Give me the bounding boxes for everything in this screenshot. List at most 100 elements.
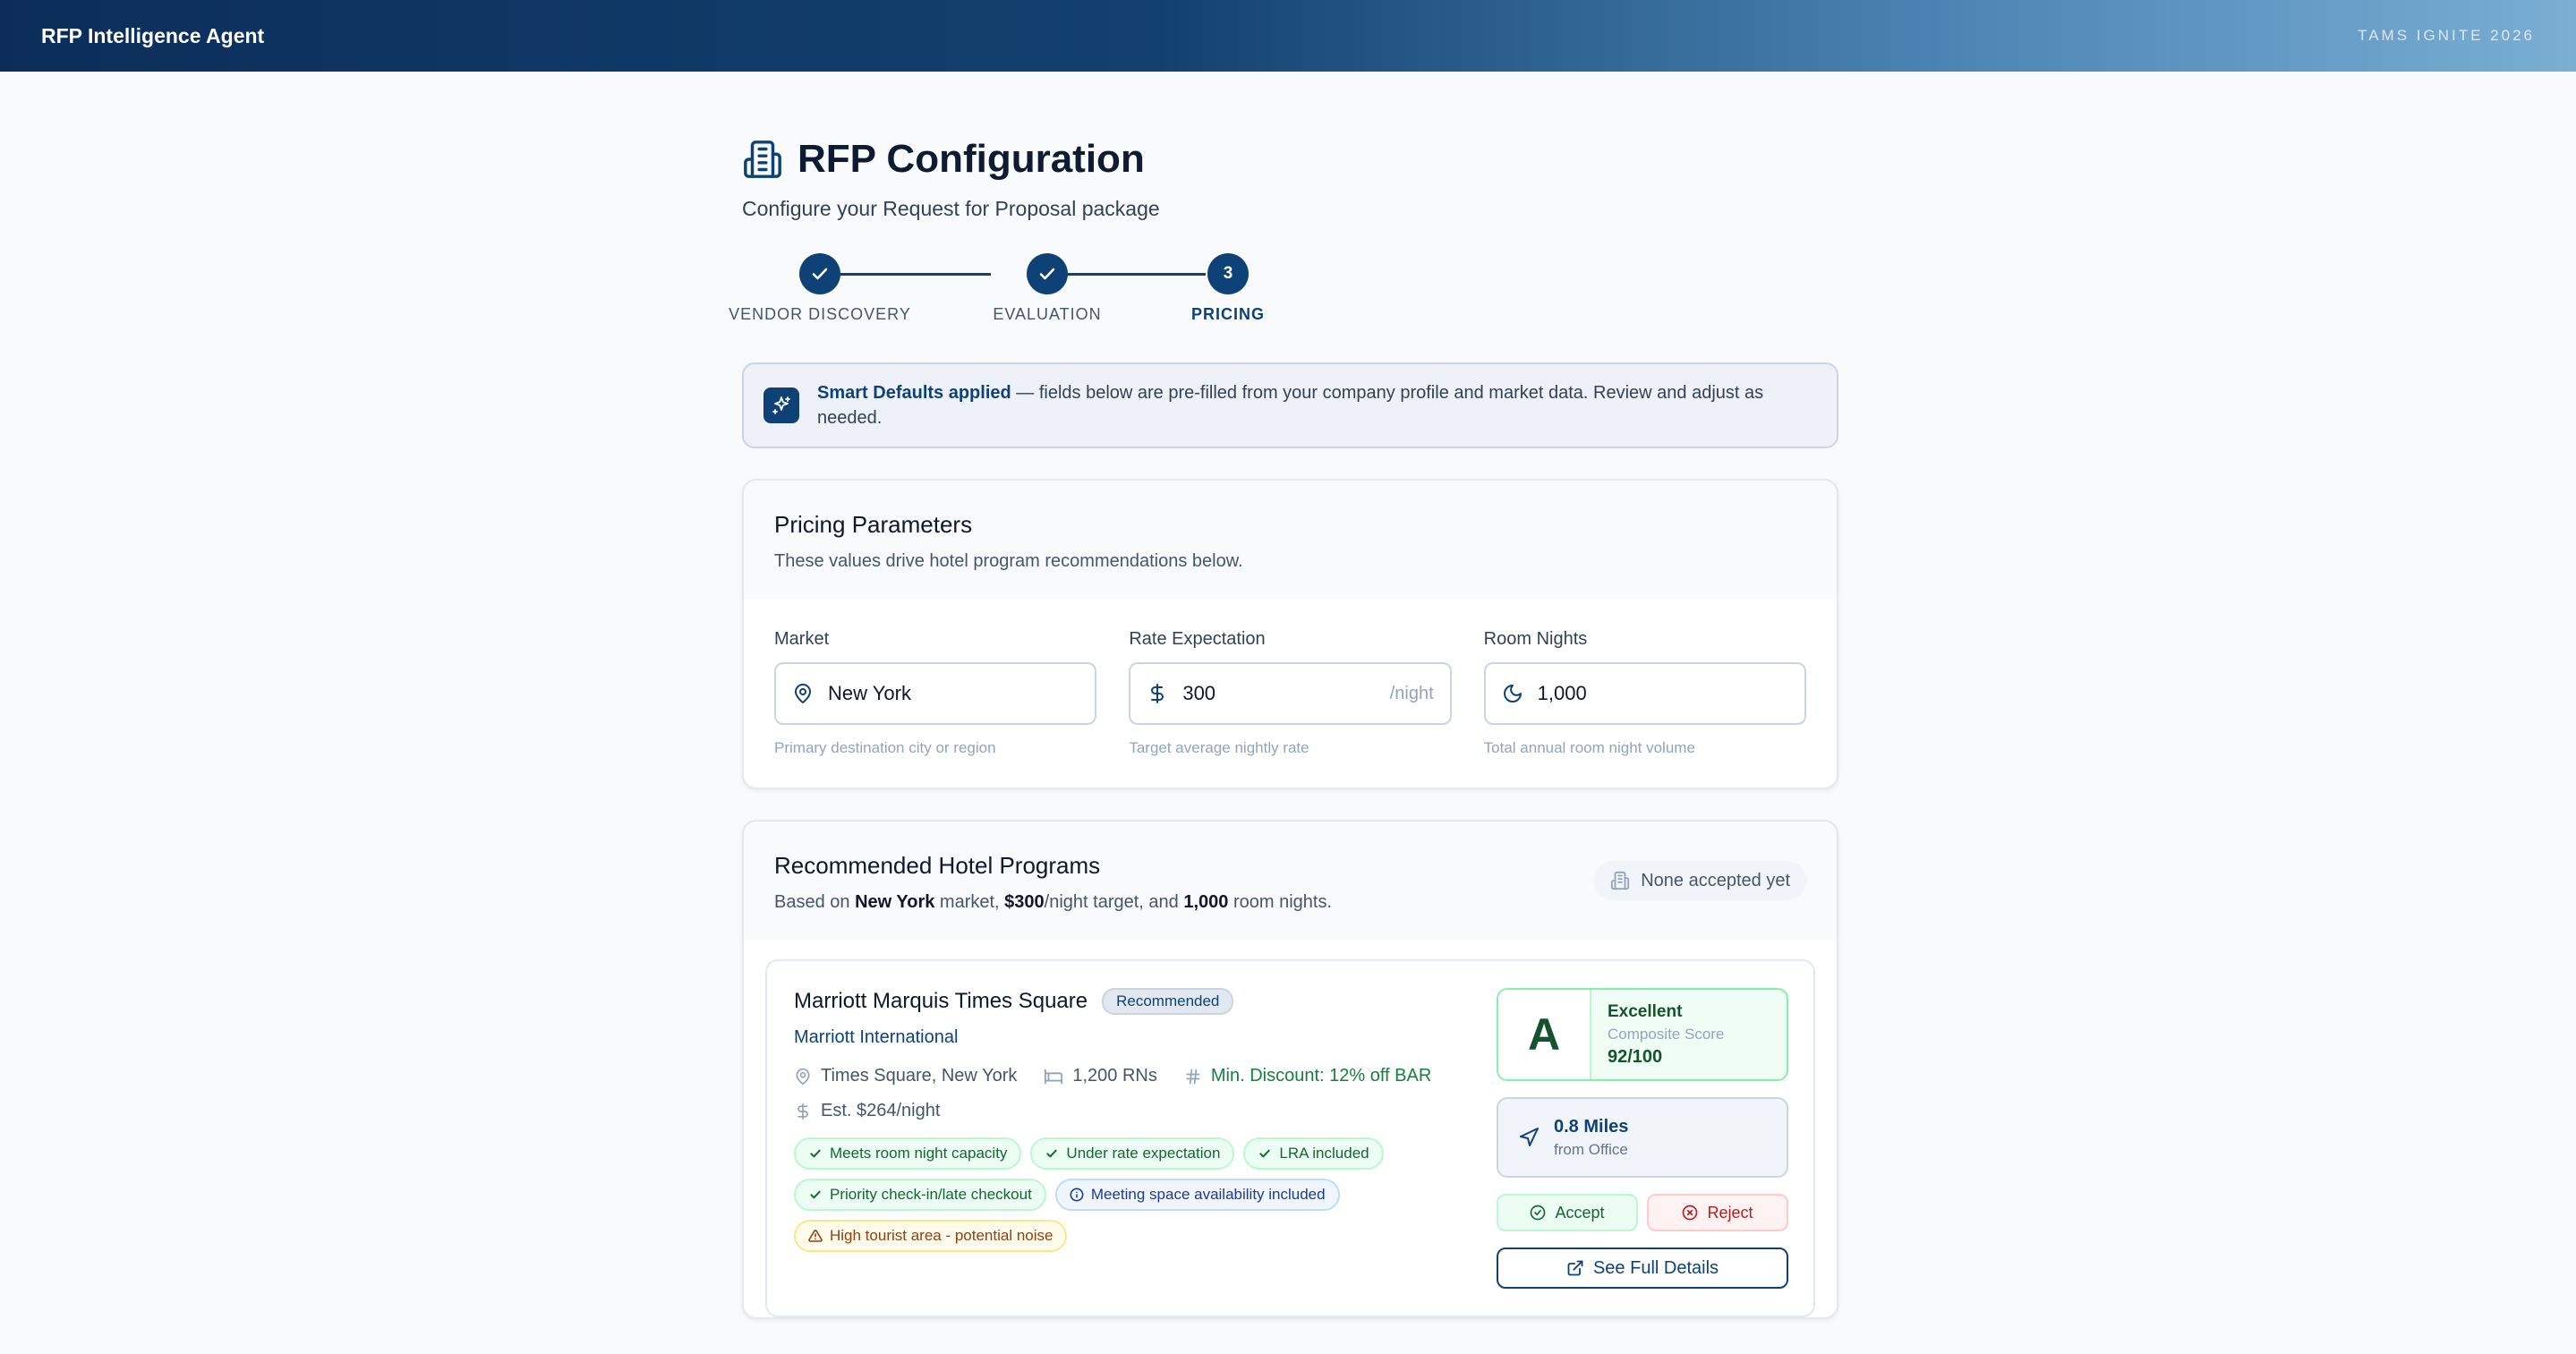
room-nights-field: Room Nights 1,000 Total annual room nigh… bbox=[1483, 629, 1806, 757]
tag-lra: LRA included bbox=[1243, 1137, 1384, 1170]
check-icon bbox=[812, 268, 828, 280]
see-full-details-label: See Full Details bbox=[1592, 1257, 1719, 1278]
check-icon bbox=[810, 1190, 821, 1199]
rate-suffix: /night bbox=[1389, 683, 1434, 703]
hotel-location-text: Times Square, New York bbox=[821, 1066, 1018, 1086]
moon-icon bbox=[1503, 685, 1522, 703]
check-icon bbox=[1046, 1149, 1058, 1158]
accepted-status-badge: None accepted yet bbox=[1594, 861, 1806, 900]
check-icon bbox=[1039, 268, 1055, 280]
dollar-icon bbox=[798, 1103, 808, 1120]
accepted-status-text: None accepted yet bbox=[1641, 870, 1790, 890]
hotel-score-panel: A Excellent Composite Score 92/100 0.8 M… bbox=[1497, 988, 1788, 1289]
market-value: New York bbox=[828, 682, 911, 704]
step-3-current[interactable]: 3 bbox=[1207, 253, 1249, 294]
market-hint: Primary destination city or region bbox=[774, 739, 996, 756]
check-circle-icon bbox=[1531, 1205, 1546, 1221]
score-rating: Excellent bbox=[1608, 1002, 1683, 1021]
tag-text: Priority check-in/late checkout bbox=[830, 1186, 1032, 1203]
summary-text: room nights. bbox=[1228, 892, 1333, 912]
room-nights-input[interactable]: 1,000 bbox=[1483, 662, 1806, 725]
step-label-evaluation: EVALUATION bbox=[993, 305, 1102, 323]
room-nights-hint: Total annual room night volume bbox=[1483, 739, 1695, 756]
composite-score-box: A Excellent Composite Score 92/100 bbox=[1497, 988, 1788, 1081]
warning-icon bbox=[808, 1230, 823, 1242]
score-grade: A bbox=[1498, 990, 1591, 1079]
sparkle-icon bbox=[763, 387, 799, 423]
market-field: Market New York Primary destination city… bbox=[774, 629, 1097, 757]
info-icon bbox=[1070, 1188, 1084, 1202]
hotel-discount: Min. Discount: 12% off BAR bbox=[1184, 1066, 1431, 1086]
pricing-parameters-card: Pricing Parameters These values drive ho… bbox=[742, 479, 1838, 789]
summary-rate: $300 bbox=[1004, 892, 1045, 912]
step-2-complete[interactable] bbox=[1027, 253, 1068, 294]
check-icon bbox=[810, 1149, 821, 1158]
page-subtitle: Configure your Request for Proposal pack… bbox=[742, 197, 1160, 220]
navigation-icon bbox=[1520, 1128, 1539, 1146]
tag-text: High tourist area - potential noise bbox=[830, 1227, 1053, 1244]
step-1-complete[interactable] bbox=[799, 253, 840, 294]
hotel-estimate: Est. $264/night bbox=[794, 1101, 1474, 1121]
page-title: RFP Configuration bbox=[798, 137, 1145, 181]
score-value: 92/100 bbox=[1608, 1047, 1663, 1067]
tag-text: Under rate expectation bbox=[1066, 1145, 1221, 1162]
rate-hint: Target average nightly rate bbox=[1129, 739, 1309, 756]
tag-capacity: Meets room night capacity bbox=[794, 1137, 1022, 1170]
room-nights-value: 1,000 bbox=[1537, 682, 1587, 704]
distance-box: 0.8 Miles from Office bbox=[1497, 1097, 1788, 1178]
app-brand: RFP Intelligence Agent bbox=[41, 23, 265, 47]
progress-stepper: 3 VENDOR DISCOVERY EVALUATION PRICING bbox=[729, 253, 1838, 334]
rate-field: Rate Expectation 300 /night Target avera… bbox=[1129, 629, 1452, 757]
hotel-recommendation-card: Marriott Marquis Times Square Recommende… bbox=[765, 959, 1815, 1317]
see-full-details-button[interactable]: See Full Details bbox=[1497, 1248, 1788, 1289]
pricing-card-title: Pricing Parameters bbox=[774, 511, 973, 538]
rate-input[interactable]: 300 /night bbox=[1129, 662, 1452, 725]
hotel-room-nights-text: 1,200 RNs bbox=[1072, 1066, 1157, 1086]
summary-text: market, bbox=[934, 892, 1005, 912]
dollar-icon bbox=[1151, 684, 1164, 703]
reject-label: Reject bbox=[1707, 1203, 1753, 1222]
summary-nights: 1,000 bbox=[1183, 892, 1229, 912]
rate-label: Rate Expectation bbox=[1129, 629, 1266, 649]
tag-text: LRA included bbox=[1279, 1145, 1369, 1162]
map-pin-icon bbox=[795, 684, 811, 703]
tag-rate: Under rate expectation bbox=[1030, 1137, 1235, 1170]
tag-text: Meets room night capacity bbox=[830, 1145, 1008, 1162]
hotel-info: Marriott Marquis Times Square Recommende… bbox=[794, 988, 1474, 1289]
step-label-pricing: PRICING bbox=[1190, 305, 1266, 323]
market-input[interactable]: New York bbox=[774, 662, 1097, 725]
summary-prefix: Based on bbox=[774, 892, 856, 912]
hotel-tags: Meets room night capacity Under rate exp… bbox=[794, 1137, 1474, 1252]
tag-priority-checkin: Priority check-in/late checkout bbox=[794, 1179, 1046, 1211]
room-nights-label: Room Nights bbox=[1483, 629, 1588, 649]
bed-icon bbox=[1045, 1069, 1063, 1084]
hotel-estimate-text: Est. $264/night bbox=[821, 1101, 941, 1120]
smart-defaults-banner: Smart Defaults applied — fields below ar… bbox=[742, 362, 1838, 448]
distance-value: 0.8 Miles bbox=[1554, 1116, 1629, 1137]
page-header: RFP Configuration bbox=[742, 134, 1838, 184]
main-content: RFP Configuration Configure your Request… bbox=[729, 134, 1838, 1319]
step-label-vendor-discovery: VENDOR DISCOVERY bbox=[729, 305, 911, 323]
hotel-meta: Times Square, New York 1,200 RNs Min. Di… bbox=[794, 1066, 1474, 1086]
map-pin-icon bbox=[796, 1068, 810, 1085]
building-icon bbox=[744, 141, 781, 178]
tag-noise-warning: High tourist area - potential noise bbox=[794, 1220, 1068, 1252]
accept-button[interactable]: Accept bbox=[1497, 1194, 1638, 1231]
pricing-fields: Market New York Primary destination city… bbox=[744, 599, 1837, 788]
hotel-programs-header: Recommended Hotel Programs Based on New … bbox=[744, 822, 1837, 940]
tag-text: Meeting space availability included bbox=[1090, 1186, 1326, 1203]
hotel-programs-card: Recommended Hotel Programs Based on New … bbox=[742, 820, 1838, 1319]
hotel-programs-summary: Based on New York market, $300/night tar… bbox=[774, 892, 1332, 913]
recommended-badge: Recommended bbox=[1102, 988, 1234, 1015]
check-icon bbox=[1259, 1149, 1271, 1158]
top-app-bar: RFP Intelligence Agent TAMS IGNITE 2026 bbox=[0, 0, 2576, 72]
distance-from: from Office bbox=[1554, 1140, 1628, 1158]
score-label: Composite Score bbox=[1608, 1026, 1725, 1043]
rate-value: 300 bbox=[1182, 682, 1216, 704]
hotel-actions: Accept Reject bbox=[1497, 1194, 1788, 1231]
reject-button[interactable]: Reject bbox=[1647, 1194, 1788, 1231]
market-label: Market bbox=[774, 629, 830, 649]
smart-defaults-title: Smart Defaults applied bbox=[817, 383, 1011, 403]
tag-meeting-space: Meeting space availability included bbox=[1054, 1179, 1340, 1211]
hotel-discount-text: Min. Discount: 12% off BAR bbox=[1210, 1066, 1432, 1086]
